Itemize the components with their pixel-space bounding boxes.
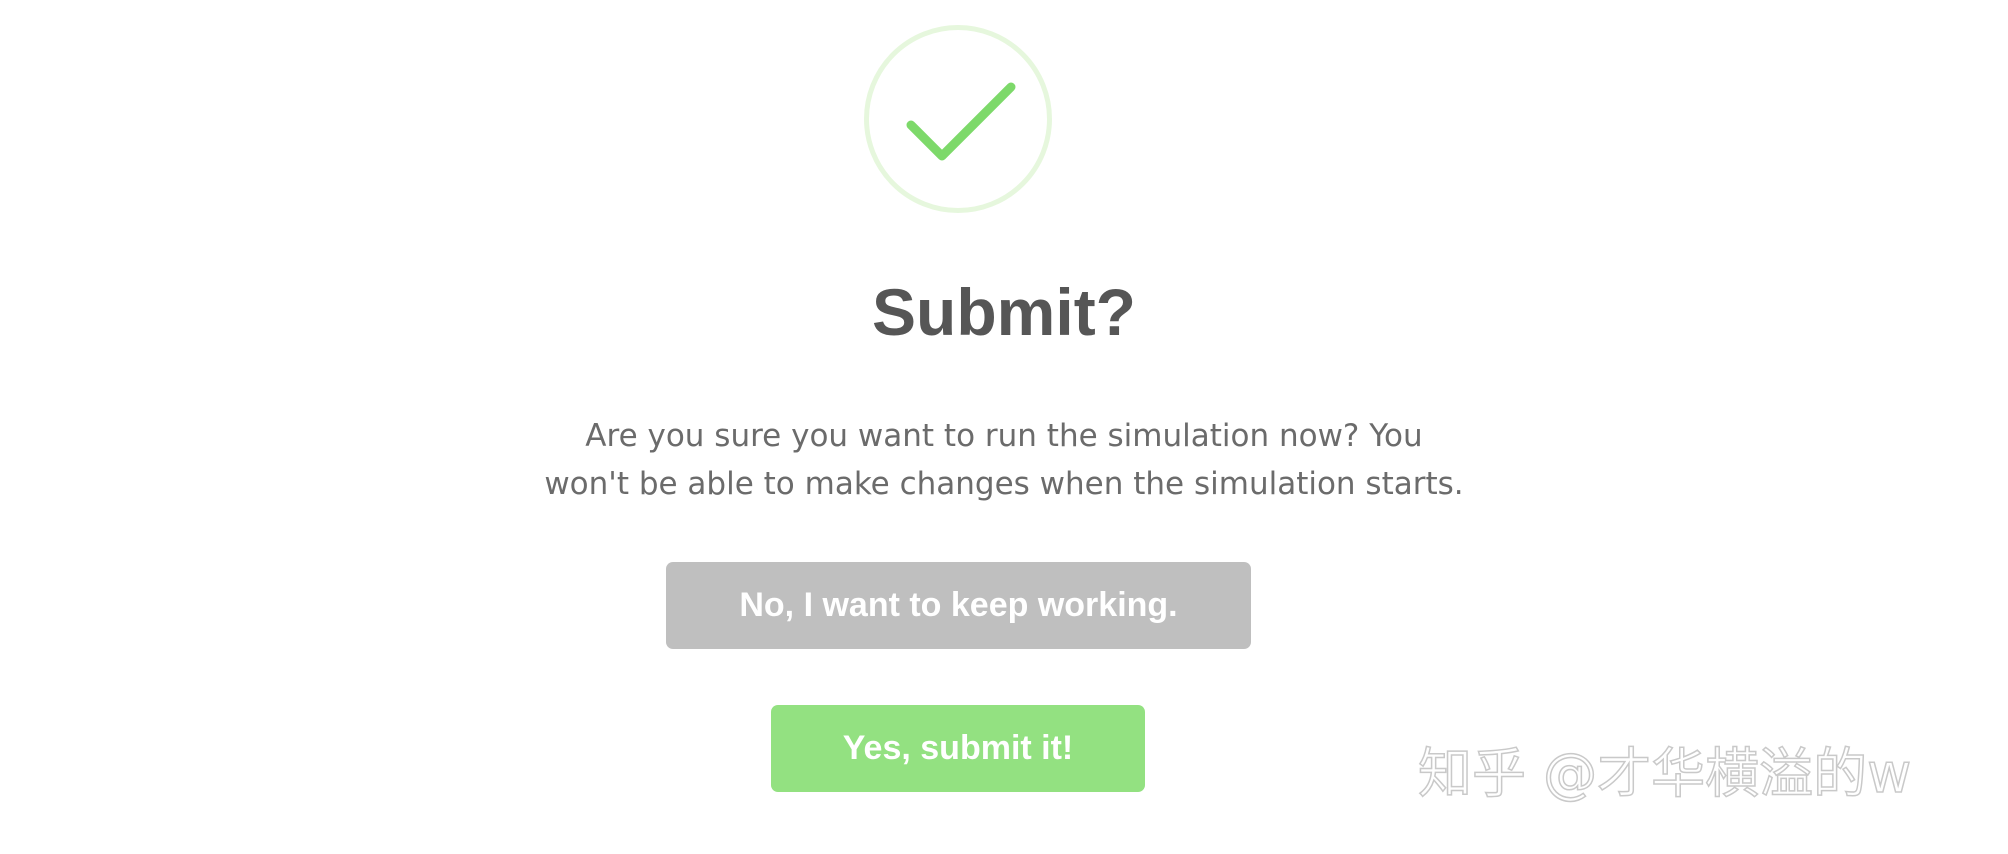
dialog-title: Submit? [872,275,1136,349]
watermark: 知乎 @才华横溢的w [1417,741,1912,806]
dialog-message: Are you sure you want to run the simulat… [454,412,1554,508]
check-icon [906,82,1016,161]
submit-dialog: Submit? Are you sure you want to run the… [0,0,2008,854]
submit-button[interactable]: Yes, submit it! [771,705,1145,792]
dialog-message-line: won't be able to make changes when the s… [544,466,1464,502]
dialog-message-line: Are you sure you want to run the simulat… [585,418,1423,454]
success-icon-ring [864,25,1052,213]
keep-working-button[interactable]: No, I want to keep working. [666,562,1251,649]
